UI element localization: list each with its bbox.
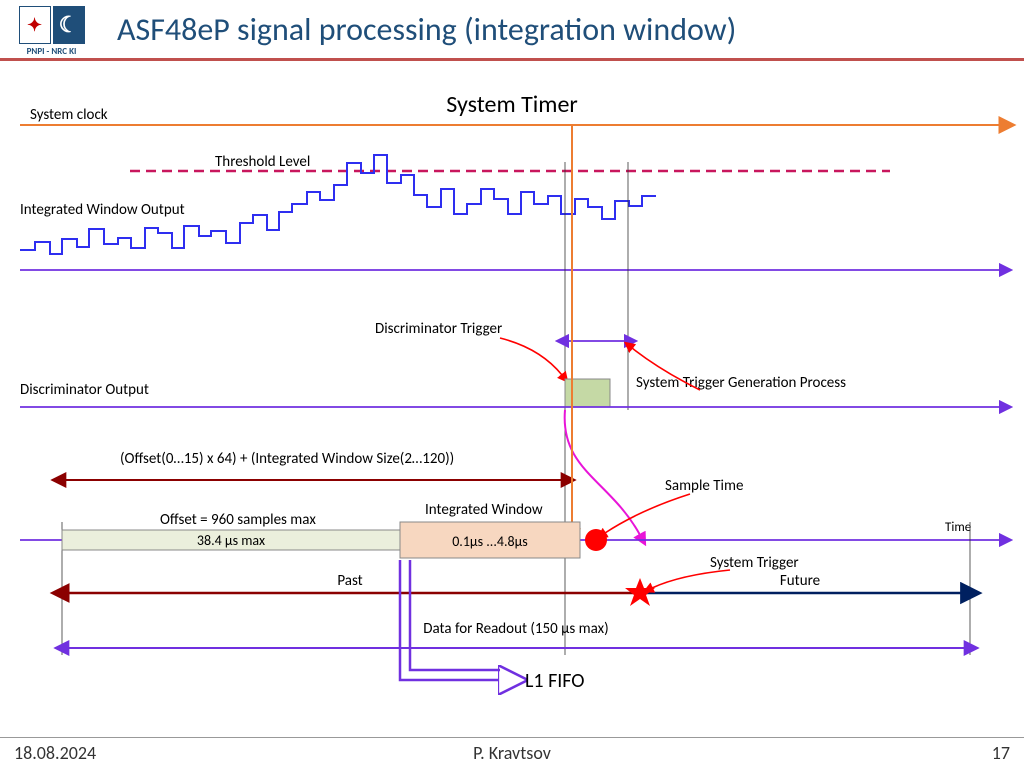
threshold-label: Threshold Level	[215, 153, 310, 171]
page-title: ASF48eP signal processing (integration w…	[117, 10, 736, 49]
logo-caption: PNPI - NRC KI	[27, 46, 77, 57]
system-clock-label: System clock	[30, 106, 108, 124]
time-label: Time	[945, 520, 971, 535]
int-win-label: Integrated Window	[425, 501, 543, 519]
magenta-curve	[565, 410, 640, 535]
int-win-time: 0.1µs ...4.8µs	[452, 533, 528, 550]
disc-out-label: Discriminator Output	[20, 381, 149, 399]
footer-page: 17	[992, 742, 1010, 764]
offset-max-label: Offset = 960 samples max	[160, 511, 316, 529]
disc-trig-arrow	[500, 338, 562, 375]
data-readout-label: Data for Readout (150 µs max)	[423, 620, 608, 638]
footer-date: 18.08.2024	[14, 742, 96, 764]
offset-time: 38.4 µs max	[197, 532, 265, 549]
sys-trigger-arrow	[652, 570, 730, 588]
stgp-label: System Trigger Generation Process	[636, 374, 846, 392]
sys-trigger-label: System Trigger	[710, 554, 799, 572]
logo: ✦ ☾ PNPI - NRC KI	[4, 6, 99, 56]
disc-trig-label: Discriminator Trigger	[375, 320, 502, 338]
footer: 18.08.2024 P. Kravtsov 17	[0, 737, 1024, 768]
offset-formula: (Offset(0…15) x 64) + (Integrated Window…	[120, 450, 454, 468]
sample-dot	[585, 529, 607, 551]
footer-author: P. Kravtsov	[473, 742, 551, 764]
iwo-label: Integrated Window Output	[20, 201, 185, 219]
future-label: Future	[780, 572, 820, 590]
timing-diagram: System Timer System clock Threshold Leve…	[0, 90, 1024, 730]
system-timer-label: System Timer	[446, 90, 578, 119]
sample-time-arrow	[605, 494, 690, 533]
past-label: Past	[337, 572, 362, 590]
l1-fifo-label: L1 FIFO	[525, 669, 585, 693]
sample-time-label: Sample Time	[665, 477, 743, 495]
